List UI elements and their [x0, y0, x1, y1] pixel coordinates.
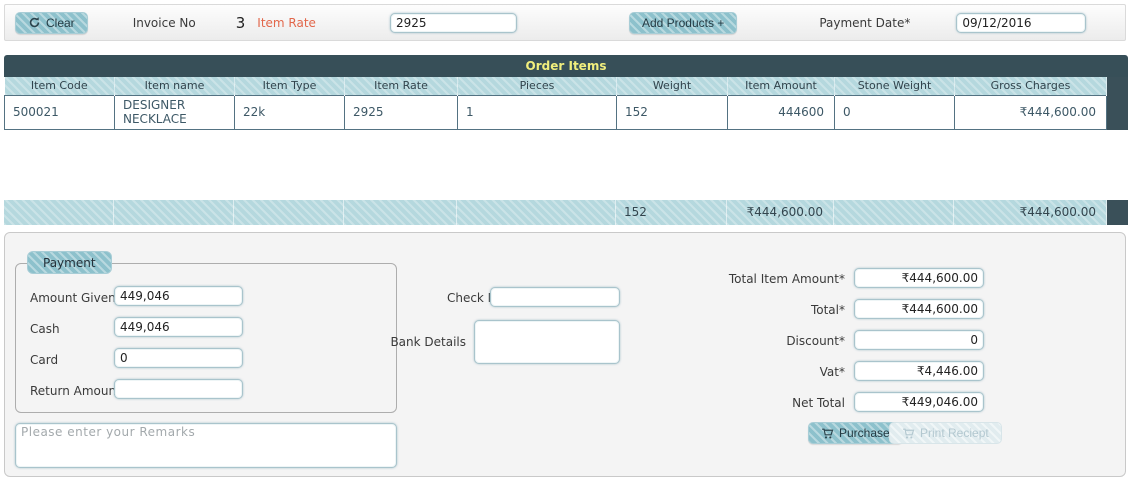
- cell-pieces: 1: [457, 94, 617, 130]
- vat-input[interactable]: [854, 361, 984, 381]
- payment-panel: Payment Amount Given Cash Card Return Am…: [4, 232, 1126, 477]
- cell-stone-weight: 0: [834, 94, 955, 130]
- discount-input[interactable]: [854, 330, 984, 350]
- amount-given-label: Amount Given: [30, 291, 116, 305]
- add-products-button-label: Add Products +: [641, 15, 725, 30]
- check-no-label: Check No: [446, 291, 504, 305]
- purchase-button-label: Purchase: [839, 426, 890, 440]
- col-header-item-amount: Item Amount: [727, 77, 835, 95]
- cell-item-amount: 444600: [727, 94, 835, 130]
- cell-item-name: DESIGNER NECKLACE: [114, 94, 235, 130]
- net-total-input[interactable]: [854, 392, 984, 412]
- cash-label: Cash: [30, 322, 60, 336]
- table-row: 500021 DESIGNER NECKLACE 22k 2925 1 152 …: [4, 94, 1107, 130]
- check-no-input[interactable]: [490, 287, 620, 307]
- total-item-amount-input[interactable]: [854, 268, 984, 288]
- clear-button-label: Clear: [46, 15, 75, 30]
- cell-gross-charges: ₹444,600.00: [954, 94, 1107, 130]
- payment-date-label: Payment Date*: [819, 15, 911, 30]
- summary-scrollbar-corner[interactable]: [1107, 200, 1128, 225]
- cart-icon: [821, 427, 834, 440]
- cell-item-rate: 2925: [344, 94, 458, 130]
- order-items-table: Item Code Item name Item Type Item Rate …: [4, 77, 1107, 130]
- order-items-section: Order Items Item Code Item name Item Typ…: [4, 55, 1128, 130]
- net-total-label: Net Total: [792, 396, 845, 410]
- col-header-item-rate: Item Rate: [344, 77, 458, 95]
- summary-cell-item-type: [234, 200, 344, 225]
- remarks-textarea[interactable]: [15, 423, 397, 468]
- cash-input[interactable]: [114, 317, 243, 337]
- table-header-row: Item Code Item name Item Type Item Rate …: [4, 77, 1107, 95]
- print-receipt-button-label: Print Reciept: [920, 426, 989, 440]
- vat-label: Vat*: [819, 365, 845, 379]
- total-item-amount-label: Total Item Amount*: [728, 272, 845, 286]
- summary-cell-item-rate: [344, 200, 457, 225]
- bank-details-label: Bank Details: [390, 335, 466, 349]
- cart-icon: [902, 427, 915, 440]
- add-products-button[interactable]: Add Products +: [628, 11, 738, 34]
- bank-details-textarea[interactable]: [474, 320, 620, 364]
- summary-total-item-amount: ₹444,600.00: [727, 200, 834, 225]
- return-amount-input[interactable]: [114, 379, 243, 399]
- invoice-no-label: Invoice No: [132, 15, 196, 30]
- payment-date-input[interactable]: [956, 12, 1087, 33]
- payment-tab[interactable]: Payment: [27, 251, 112, 274]
- col-header-gross-charges: Gross Charges: [954, 77, 1107, 95]
- summary-total-weight: 152: [616, 200, 727, 225]
- amount-given-input[interactable]: [114, 286, 243, 306]
- cell-item-code: 500021: [4, 94, 115, 130]
- total-label: Total*: [810, 303, 845, 317]
- cell-item-type: 22k: [234, 94, 345, 130]
- top-toolbar: Clear Invoice No 3 Item Rate Add Product…: [4, 4, 1126, 41]
- cell-weight: 152: [616, 94, 728, 130]
- total-input[interactable]: [854, 299, 984, 319]
- refresh-icon: [28, 16, 41, 29]
- summary-total-gross-charges: ₹444,600.00: [954, 200, 1107, 225]
- item-rate-input[interactable]: [389, 12, 517, 33]
- table-scrollbar[interactable]: [1107, 77, 1128, 130]
- summary-cell-stone-weight: [834, 200, 954, 225]
- col-header-pieces: Pieces: [457, 77, 617, 95]
- col-header-item-code: Item Code: [4, 77, 115, 95]
- summary-cell-item-code: [4, 200, 114, 225]
- invoice-no-value: 3: [235, 13, 246, 32]
- col-header-stone-weight: Stone Weight: [834, 77, 955, 95]
- card-label: Card: [30, 353, 59, 367]
- summary-cell-pieces: [457, 200, 616, 225]
- summary-cell-item-name: [114, 200, 234, 225]
- discount-label: Discount*: [786, 334, 845, 348]
- card-input[interactable]: [114, 348, 243, 368]
- return-amount-label: Return Amount: [30, 384, 121, 398]
- col-header-item-type: Item Type: [234, 77, 345, 95]
- clear-button[interactable]: Clear: [15, 11, 88, 34]
- order-items-title: Order Items: [4, 55, 1128, 77]
- item-rate-label: Item Rate: [257, 15, 316, 30]
- col-header-weight: Weight: [616, 77, 728, 95]
- col-header-item-name: Item name: [114, 77, 235, 95]
- totals-summary-bar: 152 ₹444,600.00 ₹444,600.00: [4, 200, 1128, 225]
- print-receipt-button[interactable]: Print Reciept: [889, 422, 1002, 444]
